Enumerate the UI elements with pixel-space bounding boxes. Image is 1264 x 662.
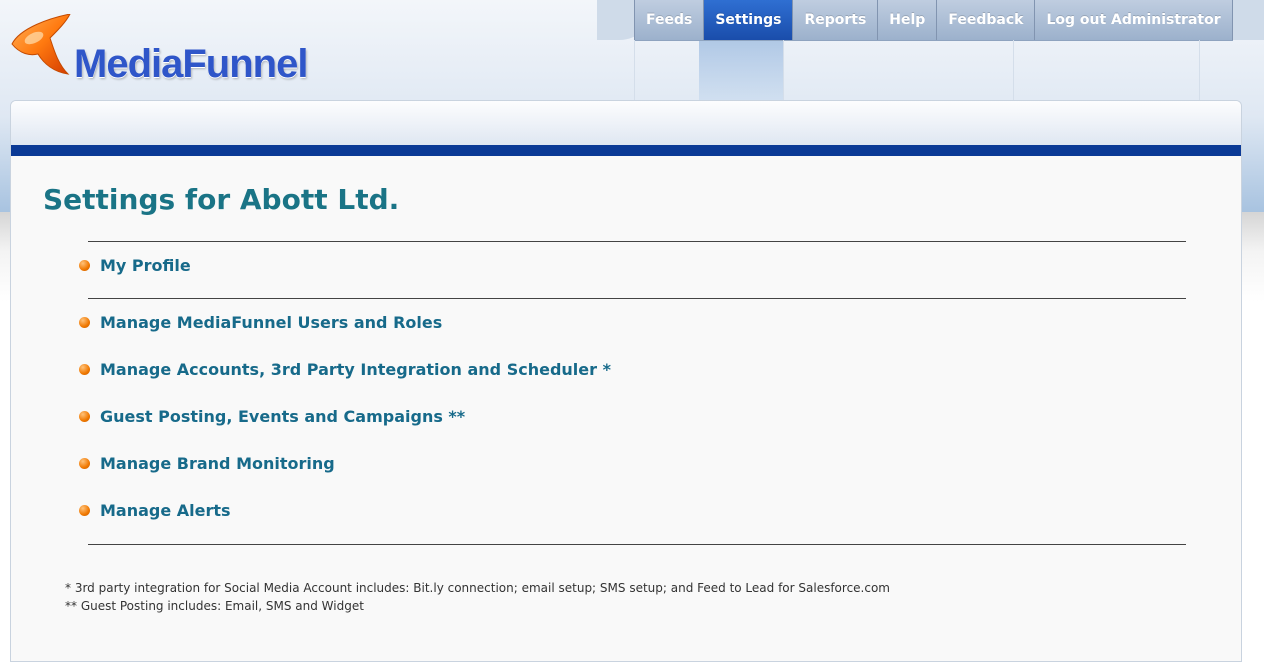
menu-link-label[interactable]: Manage Accounts, 3rd Party Integration a… xyxy=(100,360,611,379)
page-title: Settings for Abott Ltd. xyxy=(43,183,400,216)
bullet-icon xyxy=(79,363,90,375)
nav-bar: Feeds Settings Reports Help Feedback Log… xyxy=(634,0,1233,41)
nav-divider xyxy=(634,40,635,100)
nav-divider xyxy=(1199,40,1200,100)
bullet-icon xyxy=(79,410,90,422)
menu-item-brand-monitoring[interactable]: Manage Brand Monitoring xyxy=(79,452,335,474)
main-panel: Settings for Abott Ltd. My Profile Manag… xyxy=(10,100,1242,662)
menu-item-my-profile[interactable]: My Profile xyxy=(79,254,191,276)
bullet-icon xyxy=(79,316,90,328)
bullet-icon xyxy=(79,504,90,516)
menu-link-label[interactable]: Manage MediaFunnel Users and Roles xyxy=(100,313,442,332)
menu-link-label[interactable]: Manage Brand Monitoring xyxy=(100,454,335,473)
nav-feedback[interactable]: Feedback xyxy=(936,0,1034,40)
bullet-icon xyxy=(79,259,90,271)
logo[interactable]: MediaFunnel xyxy=(10,14,330,86)
active-tab-highlight xyxy=(699,41,783,100)
menu-link-label[interactable]: Manage Alerts xyxy=(100,501,231,520)
nav-feeds[interactable]: Feeds xyxy=(634,0,703,40)
nav-settings[interactable]: Settings xyxy=(703,0,793,40)
divider xyxy=(88,544,1186,545)
nav-help[interactable]: Help xyxy=(877,0,936,40)
menu-link-label[interactable]: My Profile xyxy=(100,256,191,275)
top-navigation: Feeds Settings Reports Help Feedback Log… xyxy=(597,0,1264,41)
nav-divider xyxy=(783,40,784,100)
bullet-icon xyxy=(79,457,90,469)
menu-item-guest-posting[interactable]: Guest Posting, Events and Campaigns ** xyxy=(79,405,465,427)
divider xyxy=(88,298,1186,299)
logo-text: MediaFunnel xyxy=(74,42,308,86)
menu-item-alerts[interactable]: Manage Alerts xyxy=(79,499,231,521)
nav-logout[interactable]: Log out Administrator xyxy=(1034,0,1233,40)
funnel-logo-icon xyxy=(11,14,71,75)
menu-item-users-roles[interactable]: Manage MediaFunnel Users and Roles xyxy=(79,311,442,333)
nav-divider xyxy=(1013,40,1014,100)
divider xyxy=(88,241,1186,242)
menu-item-accounts-integration[interactable]: Manage Accounts, 3rd Party Integration a… xyxy=(79,358,611,380)
nav-reports[interactable]: Reports xyxy=(792,0,877,40)
menu-link-label[interactable]: Guest Posting, Events and Campaigns ** xyxy=(100,407,465,426)
footnote-guest-posting: ** Guest Posting includes: Email, SMS an… xyxy=(65,599,364,613)
footnote-integration: * 3rd party integration for Social Media… xyxy=(65,581,890,595)
panel-header-bar xyxy=(11,101,1241,156)
